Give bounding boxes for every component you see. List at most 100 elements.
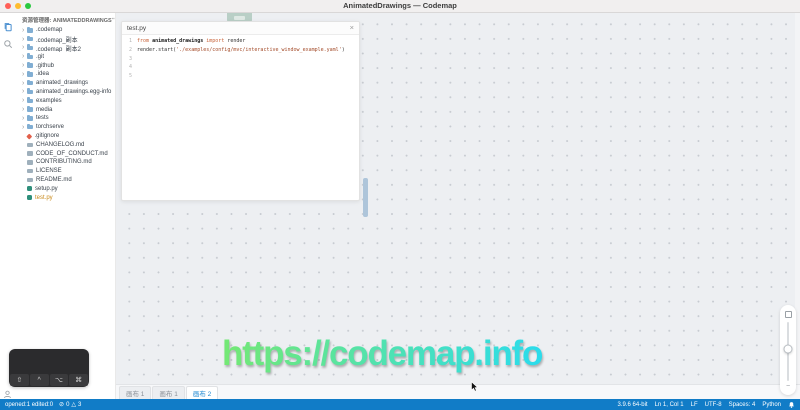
code-area[interactable]: 1 from animated_drawings import render 2 re…	[122, 35, 359, 81]
code-token: )	[341, 46, 345, 53]
tree-item[interactable]: › examples	[16, 96, 115, 105]
file-label: .codemap_副本2	[36, 46, 82, 53]
modifier-key: ⇧	[10, 374, 29, 386]
file-label: .codemap	[36, 27, 63, 34]
file-label: CODE_OF_CONDUCT.md	[36, 150, 108, 157]
tree-item[interactable]: › animated_drawings	[16, 79, 115, 88]
close-window-button[interactable]	[5, 3, 11, 9]
status-item[interactable]: Ln 1, Col 1	[655, 402, 684, 408]
tree-item[interactable]: LICENSE	[16, 167, 115, 176]
markdown-icon	[27, 168, 33, 174]
canvas-tab-bar: 画布 1 画布 1 画布 2	[116, 384, 800, 399]
line-number: 4	[128, 64, 132, 71]
code-line[interactable]: 1 from animated_drawings import render	[122, 37, 359, 46]
file-label: LICENSE	[36, 168, 62, 175]
zoom-out-icon[interactable]: −	[786, 383, 790, 390]
file-tree: › .codemap › .codemap_副本 › .codemap_副本2 › .git ›…	[16, 26, 115, 202]
error-count: 0	[66, 401, 70, 408]
zoom-slider[interactable]	[783, 322, 793, 381]
tree-item[interactable]: › .idea	[16, 70, 115, 79]
file-label: .github	[36, 62, 55, 69]
tree-item[interactable]: test.py	[16, 193, 115, 202]
modifier-key: ^	[29, 374, 49, 386]
status-item[interactable]: 3.9.6 64-bit	[618, 402, 648, 408]
zoom-window-button[interactable]	[25, 3, 31, 9]
file-label: media	[36, 106, 53, 113]
tree-item[interactable]: › .git	[16, 52, 115, 61]
file-label: CHANGELOG.md	[36, 141, 85, 148]
tab-test-py[interactable]: test.py	[127, 25, 146, 32]
file-label: CONTRIBUTING.md	[36, 159, 92, 166]
warning-count: 3	[78, 401, 82, 408]
tree-item[interactable]: › .codemap_副本2	[16, 44, 115, 53]
folder-icon	[27, 53, 33, 60]
git-icon	[26, 133, 32, 139]
tree-item[interactable]: setup.py	[16, 184, 115, 193]
markdown-icon	[27, 142, 33, 147]
canvas-tab-2[interactable]: 画布 1	[152, 386, 185, 399]
tree-item[interactable]: README.md	[16, 176, 115, 185]
more-actions-button[interactable]: ⋯	[112, 16, 115, 23]
folder-icon	[27, 123, 33, 130]
markdown-icon	[27, 177, 33, 183]
modifier-key-overlay: ⇧ ^ ⌥ ⌘	[9, 349, 89, 387]
folder-icon	[27, 26, 33, 33]
file-label: animated_drawings	[36, 80, 89, 87]
tree-item[interactable]: › torchserve	[16, 123, 115, 132]
line-number: 2	[128, 46, 132, 53]
editor-tab-bar: test.py ×	[122, 22, 359, 35]
code-line[interactable]: 3	[122, 55, 359, 64]
code-line[interactable]: 5	[122, 72, 359, 81]
file-label: animated_drawings.egg-info	[36, 88, 112, 95]
files-icon[interactable]	[3, 19, 13, 32]
python-icon	[27, 186, 32, 192]
status-item[interactable]: LF	[691, 402, 698, 408]
warning-icon: △	[71, 401, 77, 408]
line-number: 1	[128, 38, 132, 44]
explorer-sidebar: 资源管理器: ANIMATEDDRAWINGS ⋯ ›.codemap›.cod…	[16, 12, 116, 399]
tree-item[interactable]: › media	[16, 105, 115, 114]
open-files-status[interactable]: opened:1 edited:0	[5, 402, 53, 408]
code-line[interactable]: 4	[122, 63, 359, 72]
file-label: tests	[36, 115, 49, 122]
minimize-window-button[interactable]	[15, 3, 21, 9]
fit-view-icon[interactable]	[784, 311, 792, 318]
line-number: 3	[128, 55, 132, 62]
folder-icon	[27, 79, 33, 86]
problems-status[interactable]: ⊘ 0 △ 3	[59, 402, 81, 408]
code-line[interactable]: 2 render.start('./examples/config/mvc/int…	[122, 46, 359, 55]
canvas[interactable]: test.py × 1 from animated_drawings import…	[116, 12, 800, 399]
tree-item[interactable]: › animated_drawings.egg-info	[16, 88, 115, 97]
status-item[interactable]: Python	[762, 402, 781, 408]
close-icon[interactable]: ×	[350, 24, 354, 32]
traffic-lights	[5, 3, 31, 9]
status-item[interactable]: UTF-8	[705, 402, 722, 408]
code-token: render.start(	[137, 46, 177, 53]
explorer-header-row: 资源管理器: ANIMATEDDRAWINGS ⋯	[16, 12, 115, 26]
tree-item[interactable]: › tests	[16, 114, 115, 123]
file-label: .idea	[36, 71, 50, 78]
file-label: torchserve	[36, 124, 65, 131]
error-icon: ⊘	[59, 401, 65, 408]
scroll-indicator[interactable]	[363, 178, 368, 217]
canvas-tab-1[interactable]: 画布 1	[119, 386, 152, 399]
bell-icon[interactable]	[788, 401, 795, 409]
search-icon[interactable]	[3, 36, 13, 49]
zoom-slider-handle[interactable]	[783, 344, 793, 354]
canvas-tab-3[interactable]: 画布 2	[185, 386, 219, 399]
tree-item[interactable]: .gitignore	[16, 132, 115, 141]
tree-item[interactable]: CHANGELOG.md	[16, 140, 115, 149]
status-item[interactable]: Spaces: 4	[729, 402, 756, 408]
window-title: AnimatedDrawings — Codemap	[343, 1, 457, 10]
tree-item[interactable]: › .codemap	[16, 26, 115, 35]
folder-icon	[27, 35, 33, 42]
tree-item[interactable]: CODE_OF_CONDUCT.md	[16, 149, 115, 158]
tree-item[interactable]: › .codemap_副本	[16, 35, 115, 44]
tree-item[interactable]: › .github	[16, 61, 115, 70]
code-token: animated_drawings	[152, 38, 204, 44]
editor-card: test.py × 1 from animated_drawings import…	[121, 21, 360, 201]
tree-item[interactable]: CONTRIBUTING.md	[16, 158, 115, 167]
zoom-control: −	[780, 305, 796, 395]
code-text: render.start('./examples/config/mvc/inte…	[137, 46, 345, 55]
file-label: .codemap_副本	[36, 37, 78, 44]
